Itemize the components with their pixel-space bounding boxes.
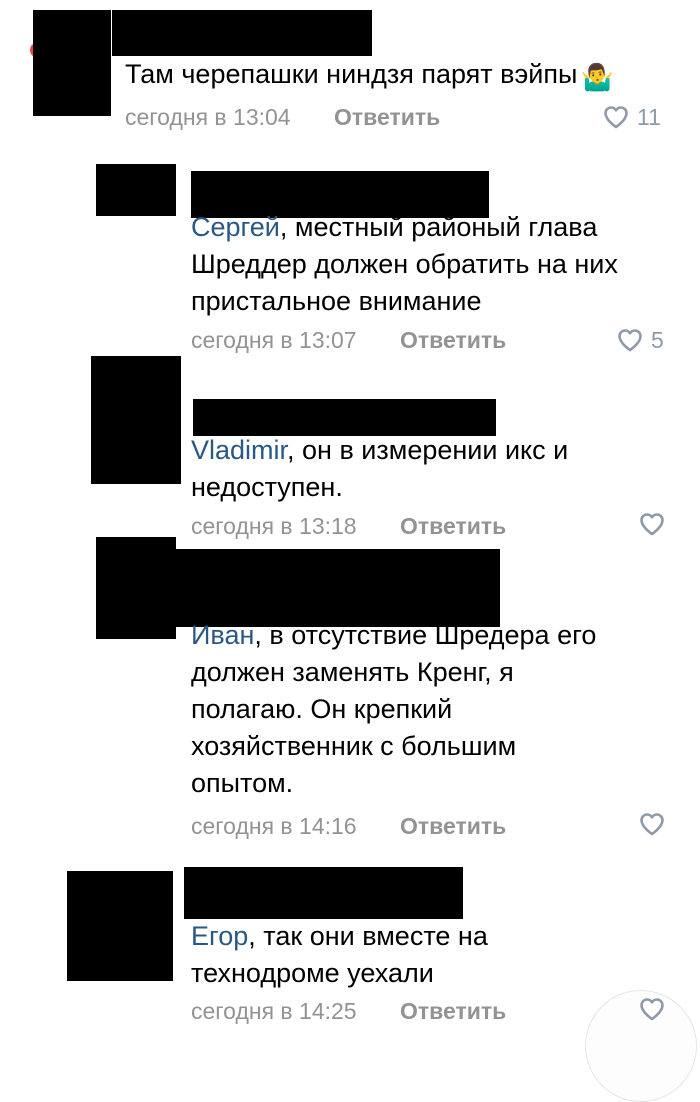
comment-body: Там черепашки ниндзя парят вэйпы [125, 59, 578, 89]
comment-timestamp: сегодня в 14:25 [191, 998, 357, 1024]
avatar-redacted[interactable] [96, 164, 176, 216]
mention-link[interactable]: Егор [191, 921, 248, 951]
like-button[interactable]: 11 [603, 103, 661, 131]
heart-outline-icon [640, 998, 664, 1021]
like-button[interactable]: 5 [617, 326, 664, 354]
comment-1: Там черепашки ниндзя парят вэйпы 🤷‍♂️ сег… [0, 0, 700, 140]
comment-timestamp: сегодня в 13:04 [125, 104, 291, 130]
reply-button[interactable]: Ответить [400, 997, 506, 1025]
reply-button[interactable]: Ответить [400, 812, 506, 840]
author-name-redacted[interactable] [193, 399, 496, 436]
like-count: 11 [637, 104, 661, 130]
mention-link[interactable]: Vladimir [191, 435, 287, 465]
reply-button[interactable]: Ответить [334, 103, 440, 131]
mention-link[interactable]: Иван [191, 620, 254, 650]
like-count: 5 [651, 327, 664, 353]
heart-outline-icon [604, 106, 628, 129]
comment-text: Иван, в отсутствие Шредера его должен за… [191, 617, 601, 802]
avatar-redacted[interactable] [96, 537, 176, 639]
heart-outline-icon [618, 329, 642, 352]
avatar-redacted[interactable] [33, 10, 111, 116]
reply-button[interactable]: Ответить [400, 326, 506, 354]
like-button[interactable] [639, 812, 673, 836]
like-button[interactable] [639, 997, 673, 1021]
avatar-redacted[interactable] [91, 356, 181, 484]
shrug-emoji-icon: 🤷‍♂️ [581, 62, 614, 92]
comment-text: Там черепашки ниндзя парят вэйпы 🤷‍♂️ [125, 56, 685, 93]
comment-timestamp: сегодня в 13:18 [191, 513, 357, 539]
mention-link[interactable]: Сергей [191, 212, 280, 242]
reply-button[interactable]: Ответить [400, 512, 506, 540]
author-name-redacted[interactable] [176, 549, 500, 627]
heart-outline-icon [640, 813, 664, 836]
comment-text: Сергей, местный районый глава Шреддер до… [191, 209, 671, 320]
comment-timestamp: сегодня в 14:16 [191, 813, 357, 839]
avatar-redacted[interactable] [67, 871, 173, 981]
comment-text: Vladimir, он в измерении икс и недоступе… [191, 432, 631, 506]
heart-outline-icon [640, 513, 664, 536]
comment-timestamp: сегодня в 13:07 [191, 327, 357, 353]
comment-text: Егор, так они вместе на технодроме уехал… [191, 918, 601, 992]
author-name-redacted[interactable] [184, 867, 463, 919]
like-button[interactable] [639, 512, 673, 536]
author-name-redacted[interactable] [112, 10, 372, 56]
